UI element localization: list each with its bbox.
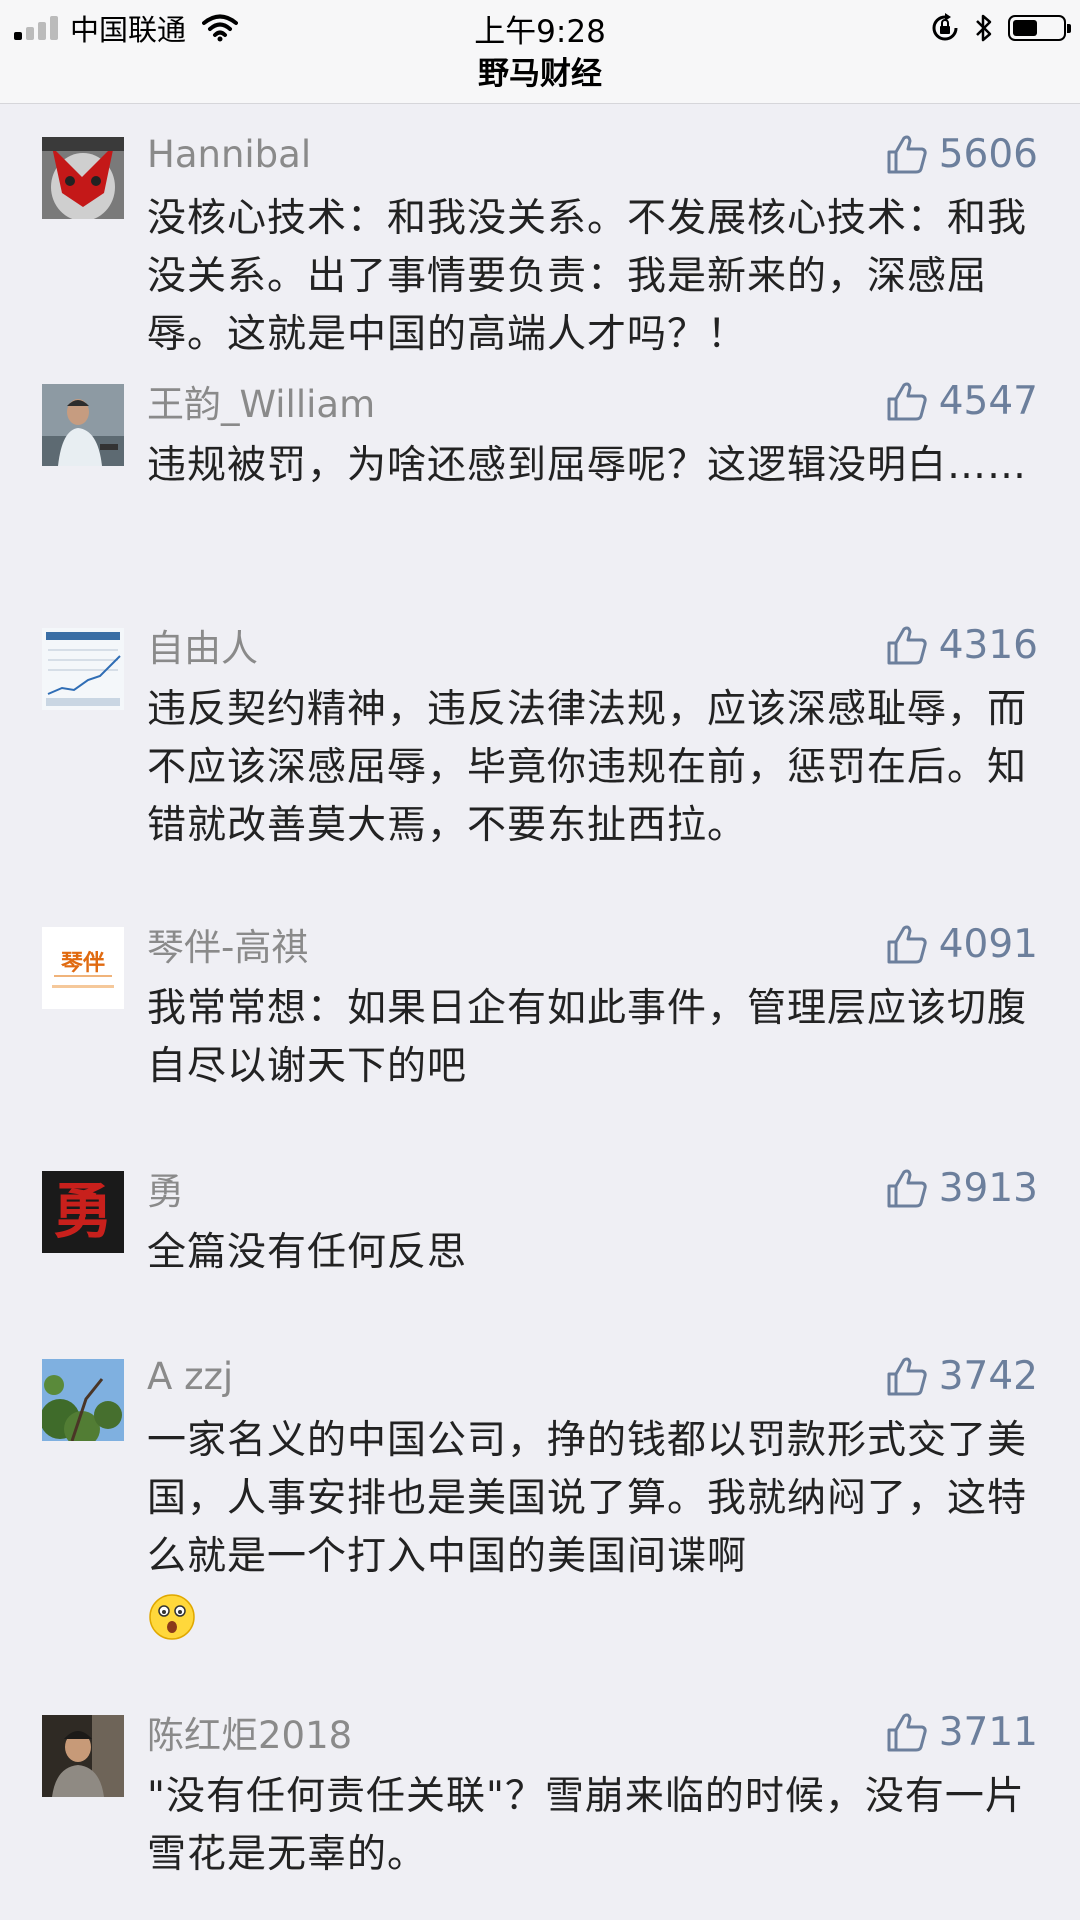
red-face-avatar[interactable] [42, 137, 124, 219]
like-button[interactable]: 4091 [885, 922, 1038, 967]
comment-text: 违规被罚，为啥还感到屈辱呢？这逻辑没明白…… [147, 443, 1028, 488]
comment-header: 王韵_William 4547 [147, 351, 1038, 431]
like-count: 4547 [938, 378, 1038, 424]
username[interactable]: 琴伴-高祺 [147, 917, 308, 971]
like-button[interactable]: 4547 [885, 379, 1038, 424]
username[interactable]: 王韵_William [147, 374, 375, 428]
status-bar: 中国联通 上午9:28 野马财经 [0, 0, 1080, 104]
comment-text: 我常常想：如果日企有如此事件，管理层应该切腹自尽以谢天下的吧 [147, 986, 1028, 1089]
comment-list: Hannibal 5606 没核心技术：和我没关系。不发展核心技术：和我没关系。… [0, 104, 1080, 1920]
like-count: 5606 [938, 131, 1038, 177]
like-button[interactable]: 3742 [885, 1354, 1038, 1399]
username[interactable]: 陈红炬2018 [147, 1705, 352, 1759]
man-photo-avatar[interactable] [42, 384, 124, 466]
like-count: 3742 [938, 1353, 1038, 1399]
username[interactable]: A zzj [147, 1355, 233, 1398]
username[interactable]: 勇 [147, 1161, 184, 1215]
chart-avatar[interactable] [42, 628, 124, 710]
surprised-face-emoji-icon [149, 1593, 195, 1640]
qinban-logo-avatar[interactable]: 琴伴 [42, 927, 124, 1009]
like-button[interactable]: 5606 [885, 132, 1038, 177]
clock: 上午9:28 [474, 14, 606, 50]
comment-text: 一家名义的中国公司，挣的钱都以罚款形式交了美国，人事安排也是美国说了算。我就纳闷… [147, 1412, 1038, 1644]
man-dark-photo-avatar[interactable] [42, 1715, 124, 1797]
comment-item: A zzj 3742 一家名义的中国公司，挣的钱都以罚款形式交了美国，人事安排也… [0, 1326, 1080, 1682]
comment-text: "没有任何责任关联"？雪崩来临的时候，没有一片雪花是无辜的。 [147, 1774, 1025, 1877]
comment-header: 琴伴-高祺 4091 [147, 894, 1038, 974]
thumbs-up-icon [887, 135, 927, 174]
username[interactable]: Hannibal [147, 133, 311, 176]
comment-item: 自由人 4316 违反契约精神，违反法律法规，应该深感耻辱，而不应该深感屈辱，毕… [0, 595, 1080, 894]
comment-header: Hannibal 5606 [147, 104, 1038, 184]
comment-item: 勇 勇 3913 全篇没有任何反思 [0, 1138, 1080, 1326]
comment-text-body: 一家名义的中国公司，挣的钱都以罚款形式交了美国，人事安排也是美国说了算。我就纳闷… [147, 1418, 1028, 1579]
like-button[interactable]: 3711 [885, 1710, 1038, 1755]
comment-text: 没核心技术：和我没关系。不发展核心技术：和我没关系。出了事情要负责：我是新来的，… [147, 196, 1028, 357]
rotation-lock-icon [932, 13, 958, 41]
comment-item: 琴伴 琴伴-高祺 4091 我常常想：如果日企有如此事件，管理层应该切腹自尽以谢… [0, 894, 1080, 1138]
thumbs-up-icon [887, 1169, 927, 1208]
like-count: 4091 [938, 921, 1038, 967]
username[interactable]: 自由人 [147, 618, 258, 672]
thumbs-up-icon [887, 1713, 927, 1752]
battery-icon [1008, 15, 1071, 41]
avatar-logo-text: 琴伴 [60, 951, 105, 976]
page-title: 野马财经 [478, 56, 602, 92]
like-button[interactable]: 4316 [885, 623, 1038, 668]
thumbs-up-icon [887, 925, 927, 964]
avatar-glyph: 勇 [53, 1177, 113, 1247]
like-count: 4316 [938, 622, 1038, 668]
yong-calligraphy-avatar[interactable]: 勇 [42, 1171, 124, 1253]
like-count: 3711 [938, 1709, 1038, 1755]
tree-sky-avatar[interactable] [42, 1359, 124, 1441]
comment-header: A zzj 3742 [147, 1326, 1038, 1406]
comment-header: 自由人 4316 [147, 595, 1038, 675]
comment-item: 陈红炬2018 3711 "没有任何责任关联"？雪崩来临的时候，没有一片雪花是无… [0, 1682, 1080, 1882]
comment-text: 违反契约精神，违反法律法规，应该深感耻辱，而不应该深感屈辱，毕竟你违规在前，惩罚… [147, 687, 1028, 848]
comment-header: 陈红炬2018 3711 [147, 1682, 1038, 1762]
status-right [930, 8, 1071, 48]
thumbs-up-icon [887, 626, 927, 665]
thumbs-up-icon [887, 1357, 927, 1396]
comment-text: 全篇没有任何反思 [147, 1230, 468, 1275]
like-button[interactable]: 3913 [885, 1166, 1038, 1211]
bluetooth-icon [976, 14, 992, 42]
like-count: 3913 [938, 1165, 1038, 1211]
comment-header: 勇 3913 [147, 1138, 1038, 1218]
thumbs-up-icon [887, 382, 927, 421]
comment-item: Hannibal 5606 没核心技术：和我没关系。不发展核心技术：和我没关系。… [0, 104, 1080, 357]
comment-item: 王韵_William 4547 违规被罚，为啥还感到屈辱呢？这逻辑没明白…… [0, 351, 1080, 595]
